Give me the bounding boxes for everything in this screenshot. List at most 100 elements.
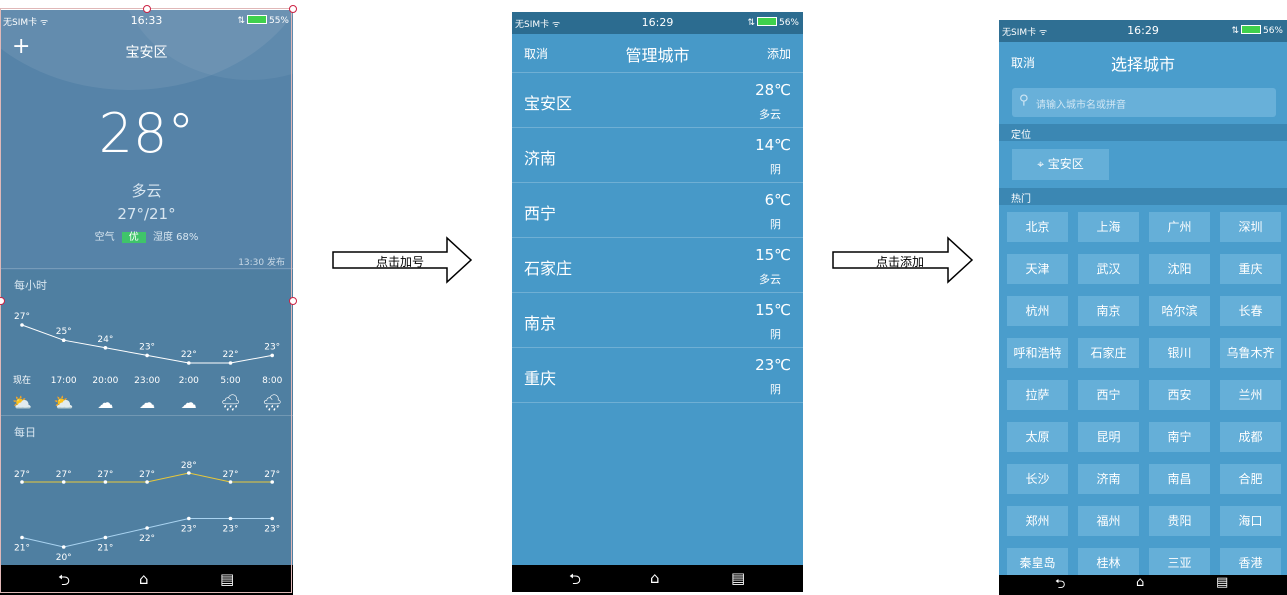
hot-city-chip[interactable]: 长春 <box>1220 296 1281 326</box>
daily-low-label: 23° <box>181 525 197 535</box>
resize-handle[interactable] <box>289 5 297 13</box>
partly-sunny-icon: ⛅ <box>54 393 74 412</box>
hourly-time-label: 20:00 <box>92 376 118 386</box>
hourly-temp-label: 23° <box>139 342 155 352</box>
hot-city-chip[interactable]: 三亚 <box>1149 548 1210 578</box>
menu-icon[interactable]: ▤ <box>1216 575 1228 590</box>
daily-high-label: 27° <box>97 470 113 480</box>
hot-city-chip[interactable]: 天津 <box>1007 254 1068 284</box>
hot-city-chip[interactable]: 昆明 <box>1078 422 1139 452</box>
hourly-time-label: 5:00 <box>220 376 240 386</box>
hot-city-chip[interactable]: 西安 <box>1149 380 1210 410</box>
daily-high-point <box>61 480 66 484</box>
daily-high-label: 27° <box>264 470 280 480</box>
hot-city-chip[interactable]: 沈阳 <box>1149 254 1210 284</box>
battery-icon <box>246 15 267 24</box>
daily-low-label: 22° <box>139 534 155 544</box>
daily-low-point <box>187 516 191 521</box>
city-name: 西宁 <box>524 204 557 223</box>
page-title: 管理城市 <box>625 46 690 65</box>
hot-city-chip[interactable]: 深圳 <box>1220 212 1281 242</box>
add-city-button[interactable]: 添加 <box>767 45 791 62</box>
hourly-temp-point <box>61 338 66 342</box>
hourly-time-label: 现在 <box>13 374 31 386</box>
hourly-temp-label: 27° <box>14 312 30 322</box>
hot-city-chip[interactable]: 南京 <box>1078 296 1139 326</box>
city-row[interactable]: 南京 15℃ 阴 <box>512 293 803 348</box>
hot-city-chip[interactable]: 成都 <box>1220 422 1281 452</box>
city-list: 宝安区 28℃ 多云 济南 14℃ 阴西宁 6℃ 阴石家庄 15℃ 多云 南京 15℃ 阴重庆 23℃ 阴 <box>512 72 803 403</box>
hot-city-chip[interactable]: 郑州 <box>1007 506 1068 536</box>
temperature-range: 27°/21° <box>117 205 176 223</box>
hot-city-chip[interactable]: 乌鲁木齐 <box>1220 338 1281 368</box>
hot-city-chip[interactable]: 西宁 <box>1078 380 1139 410</box>
hot-city-chip[interactable]: 长沙 <box>1007 464 1068 494</box>
daily-low-point <box>270 516 275 521</box>
hot-city-chip[interactable]: 香港 <box>1220 548 1281 578</box>
daily-low-label: 20° <box>56 553 72 562</box>
home-icon[interactable]: ⌂ <box>650 569 660 587</box>
back-icon[interactable]: ⮌ <box>58 570 70 595</box>
city-row[interactable]: 济南 14℃ 阴 <box>512 128 803 183</box>
hot-city-chip[interactable]: 南宁 <box>1149 422 1210 452</box>
hourly-time-label: 2:00 <box>179 376 199 386</box>
hot-city-chip[interactable]: 武汉 <box>1078 254 1139 284</box>
hot-city-chip[interactable]: 重庆 <box>1220 254 1281 284</box>
battery-icon <box>756 17 777 26</box>
city-row[interactable]: 西宁 6℃ 阴 <box>512 183 803 238</box>
hot-city-chip[interactable]: 太原 <box>1007 422 1068 452</box>
hot-city-chip[interactable]: 杭州 <box>1007 296 1068 326</box>
hot-city-chip[interactable]: 福州 <box>1078 506 1139 536</box>
hot-city-chip[interactable]: 哈尔滨 <box>1149 296 1210 326</box>
city-row[interactable]: 石家庄 15℃ 多云 <box>512 238 803 293</box>
hot-city-chip[interactable]: 石家庄 <box>1078 338 1139 368</box>
hot-city-chip[interactable]: 广州 <box>1149 212 1210 242</box>
city-weather: 阴 <box>770 383 781 396</box>
city-weather: 阴 <box>770 328 781 341</box>
hot-city-chip[interactable]: 海口 <box>1220 506 1281 536</box>
resize-handle[interactable] <box>143 5 151 13</box>
daily-high-point <box>145 480 149 484</box>
hourly-temp-label: 24° <box>97 335 113 345</box>
hot-city-chip[interactable]: 呼和浩特 <box>1007 338 1068 368</box>
hourly-time-label: 17:00 <box>51 376 77 386</box>
hot-city-chip[interactable]: 上海 <box>1078 212 1139 242</box>
current-condition: 多云 <box>131 182 162 200</box>
hot-city-chip[interactable]: 秦皇岛 <box>1007 548 1068 578</box>
city-row[interactable]: 宝安区 28℃ 多云 <box>512 73 803 128</box>
city-row[interactable]: 重庆 23℃ 阴 <box>512 348 803 403</box>
hot-city-chip[interactable]: 兰州 <box>1220 380 1281 410</box>
arrow-label: 点击加号 <box>376 255 425 269</box>
hot-city-chip[interactable]: 合肥 <box>1220 464 1281 494</box>
hourly-temp-point <box>228 361 233 365</box>
current-temperature: 28° <box>98 102 195 165</box>
daily-low-point <box>103 535 108 540</box>
signal-icon: ⇅ <box>747 18 755 28</box>
daily-high-point <box>187 471 191 475</box>
hot-city-chip[interactable]: 南昌 <box>1149 464 1210 494</box>
home-icon[interactable]: ⌂ <box>1136 575 1144 590</box>
daily-high-label: 27° <box>139 470 155 480</box>
city-weather: 多云 <box>759 108 781 121</box>
hot-city-chip[interactable]: 拉萨 <box>1007 380 1068 410</box>
back-icon[interactable]: ⮌ <box>569 569 581 592</box>
city-temperature: 15℃ <box>755 301 791 319</box>
menu-icon[interactable]: ▤ <box>731 569 745 587</box>
status-bar: 无SIM卡 ᯤ 16:33 ⇅ 55% <box>0 10 293 32</box>
city-weather: 阴 <box>770 218 781 231</box>
hot-city-chip[interactable]: 银川 <box>1149 338 1210 368</box>
hot-city-chip[interactable]: 贵阳 <box>1149 506 1210 536</box>
status-bar: 无SIM卡 ᯤ 16:29 ⇅ 56% <box>512 12 803 34</box>
hot-city-chip[interactable]: 北京 <box>1007 212 1068 242</box>
city-name: 石家庄 <box>524 259 573 278</box>
home-icon[interactable]: ⌂ <box>139 570 149 588</box>
hot-city-chip[interactable]: 济南 <box>1078 464 1139 494</box>
hourly-time-label: 8:00 <box>262 376 282 386</box>
back-icon[interactable]: ⮌ <box>1055 575 1065 595</box>
flow-arrow: 点击添加 <box>832 236 974 284</box>
menu-icon[interactable]: ▤ <box>220 570 234 588</box>
hourly-temp-label: 23° <box>264 342 280 352</box>
city-weather: 多云 <box>759 273 781 286</box>
resize-handle[interactable] <box>289 297 297 305</box>
hot-city-chip[interactable]: 桂林 <box>1078 548 1139 578</box>
